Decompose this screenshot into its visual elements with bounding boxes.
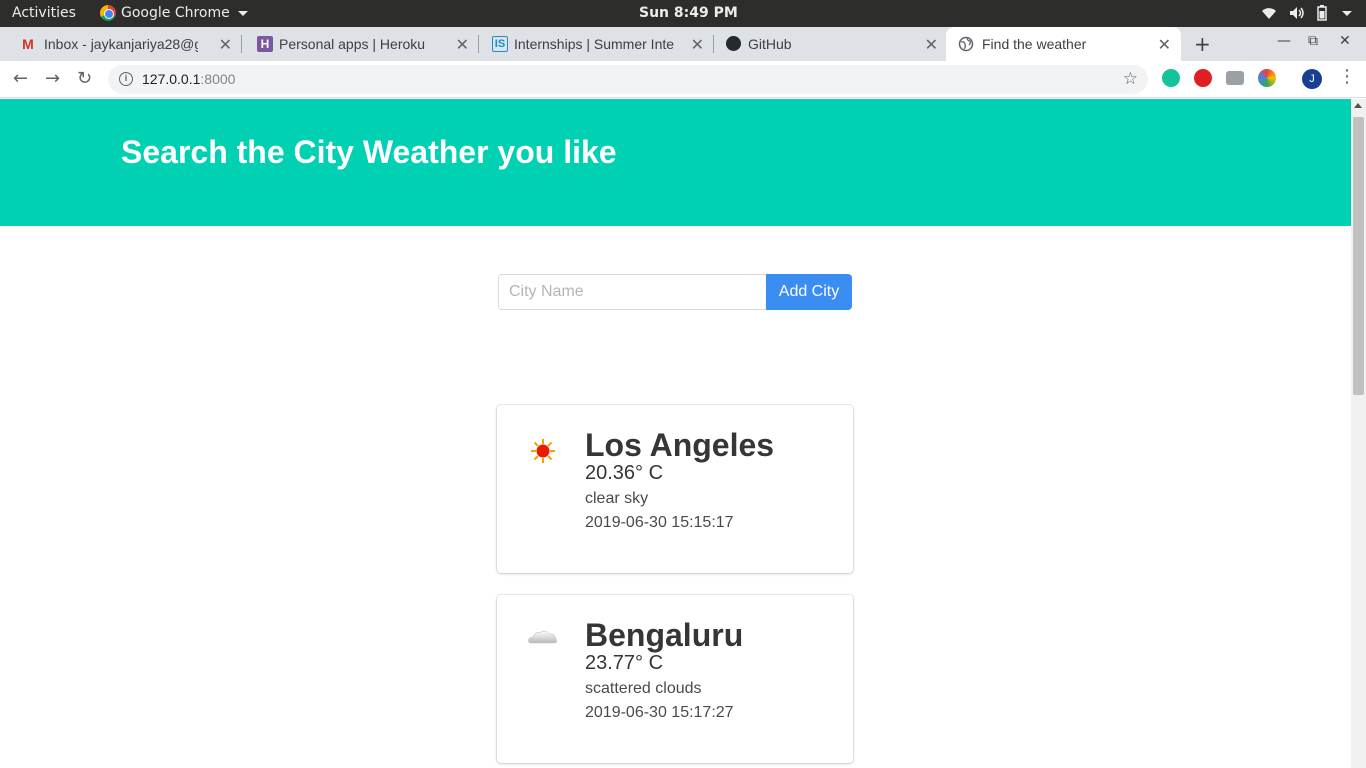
tab-github[interactable]: GitHub ✕ — [706, 27, 948, 61]
weather-description: clear sky — [585, 490, 649, 507]
globe-icon — [958, 36, 974, 52]
hero-banner: Search the City Weather you like — [0, 99, 1351, 226]
tab-internships[interactable]: IS Internships | Summer Inte ✕ — [472, 27, 714, 61]
tab-title: Personal apps | Heroku — [279, 36, 426, 52]
city-name-input[interactable] — [498, 274, 767, 310]
page-scrollbar[interactable] — [1351, 99, 1366, 768]
temperature: 20.36° C — [585, 462, 664, 484]
volume-icon — [1290, 7, 1304, 19]
bookmark-star-icon[interactable]: ☆ — [1123, 69, 1138, 89]
avatar[interactable]: J — [1302, 69, 1322, 89]
new-tab-button[interactable]: + — [1194, 32, 1211, 56]
close-icon[interactable]: ✕ — [219, 35, 232, 55]
add-city-button[interactable]: Add City — [766, 274, 852, 310]
restore-icon[interactable]: ⧉ — [1308, 33, 1318, 49]
timestamp: 2019-06-30 15:17:27 — [585, 704, 734, 721]
tab-title: GitHub — [748, 36, 792, 52]
minimize-icon[interactable]: — — [1277, 33, 1291, 49]
app-menu[interactable]: Google Chrome — [100, 5, 248, 21]
power-menu-chevron-icon — [1342, 10, 1352, 16]
weather-card: Los Angeles 20.36° C clear sky 2019-06-3… — [497, 405, 853, 573]
address-bar[interactable]: i 127.0.0.1:8000 ☆ — [108, 65, 1148, 94]
heroku-icon: H — [257, 36, 273, 52]
activities-button[interactable]: Activities — [12, 5, 76, 21]
info-icon[interactable]: i — [119, 72, 133, 86]
close-icon[interactable]: ✕ — [1158, 35, 1171, 55]
sun-icon — [531, 439, 555, 463]
forward-icon[interactable]: → — [45, 68, 60, 89]
battery-icon — [1317, 5, 1327, 21]
chevron-down-icon — [237, 10, 248, 16]
cloud-icon — [528, 630, 557, 644]
reload-icon[interactable]: ↻ — [77, 68, 92, 89]
adblock-icon[interactable] — [1194, 69, 1212, 87]
close-icon[interactable]: ✕ — [691, 35, 704, 55]
tab-strip: M Inbox - jaykanjariya28@g ✕ H Personal … — [0, 27, 1366, 61]
tab-heroku[interactable]: H Personal apps | Heroku ✕ — [237, 27, 479, 61]
camera-icon[interactable] — [1226, 71, 1244, 85]
weather-description: scattered clouds — [585, 680, 702, 697]
tab-inbox[interactable]: M Inbox - jaykanjariya28@g ✕ — [0, 27, 242, 61]
city-name: Bengaluru — [585, 617, 744, 653]
page-viewport: Search the City Weather you like Add Cit… — [0, 99, 1351, 768]
window-close-icon[interactable]: ✕ — [1339, 33, 1351, 49]
city-name: Los Angeles — [585, 427, 775, 463]
scroll-up-arrow-icon[interactable] — [1354, 103, 1362, 108]
color-picker-icon[interactable] — [1258, 69, 1276, 87]
app-menu-label: Google Chrome — [121, 5, 230, 21]
gmail-icon: M — [22, 36, 34, 52]
url-host: 127.0.0.1 — [142, 71, 201, 87]
add-city-form: Add City — [498, 274, 852, 310]
back-icon[interactable]: ← — [13, 68, 28, 89]
tab-title: Inbox - jaykanjariya28@g — [44, 36, 198, 52]
url-port: :8000 — [200, 71, 236, 87]
chrome-icon — [100, 5, 116, 21]
browser-toolbar: ← → ↻ i 127.0.0.1:8000 ☆ — [0, 61, 1366, 98]
system-top-bar: Activities Google Chrome Sun 8:49 PM — [0, 0, 1366, 27]
scrollbar-thumb[interactable] — [1353, 117, 1364, 395]
system-tray[interactable] — [1261, 5, 1352, 21]
page-title: Search the City Weather you like — [121, 134, 617, 170]
timestamp: 2019-06-30 15:15:17 — [585, 514, 734, 531]
temperature: 23.77° C — [585, 652, 664, 674]
tab-title: Find the weather — [982, 36, 1087, 52]
close-icon[interactable]: ✕ — [925, 35, 938, 55]
tab-title: Internships | Summer Inte — [514, 36, 675, 52]
more-menu-icon[interactable]: ⋮ — [1338, 66, 1356, 87]
close-icon[interactable]: ✕ — [456, 35, 469, 55]
clock[interactable]: Sun 8:49 PM — [639, 5, 738, 21]
internshala-icon: IS — [492, 36, 508, 52]
weather-card: Bengaluru 23.77° C scattered clouds 2019… — [497, 595, 853, 763]
url-text: 127.0.0.1:8000 — [142, 71, 235, 87]
grammarly-icon[interactable] — [1162, 69, 1180, 87]
wifi-icon — [1262, 8, 1276, 19]
tab-find-the-weather[interactable]: Find the weather ✕ — [946, 27, 1181, 61]
github-icon — [726, 36, 741, 51]
